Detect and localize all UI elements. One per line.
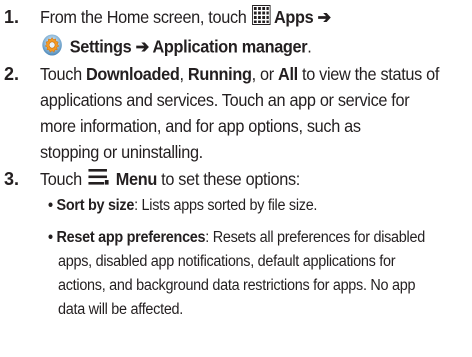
step-text: Touch [40, 169, 87, 189]
step-number: 1. [4, 7, 20, 27]
step-3-line-1: Touch Menu to set these options: [40, 167, 300, 192]
step-2-line-4: stopping or uninstalling. [40, 142, 203, 162]
instructions-document: 1. From the Home screen, touch Apps ➔ Se… [0, 0, 472, 357]
option-desc-line: apps, disabled app notifications, defaul… [58, 253, 396, 270]
option-desc-line: actions, and background data restriction… [58, 277, 416, 294]
step-text: , or [251, 64, 279, 84]
option-name: Sort by size [56, 197, 135, 214]
running-label: Running [187, 64, 252, 84]
downloaded-label: Downloaded [86, 64, 180, 84]
step-number: 3. [4, 169, 20, 189]
arrow: ➔ [317, 7, 332, 27]
settings-label: Settings [69, 36, 132, 57]
step-text: , [179, 64, 188, 84]
option-reset-app-preferences: • Reset app preferences: Resets all pref… [48, 227, 425, 248]
step-number: 2. [4, 64, 20, 84]
step-2-line-2: applications and services. Touch an app … [40, 90, 410, 110]
apps-grid-icon [251, 5, 271, 31]
option-desc: : Resets all preferences for disabled [205, 229, 425, 246]
bullet: • [48, 229, 53, 246]
bullet: • [48, 197, 53, 214]
menu-label: Menu [115, 169, 158, 189]
period: . [307, 36, 312, 57]
menu-icon [88, 168, 110, 192]
option-sort-by-size: • Sort by size: Lists apps sorted by fil… [48, 195, 317, 216]
all-label: All [278, 64, 298, 84]
option-desc: : Lists apps sorted by file size. [134, 197, 318, 214]
step-1-line-1: From the Home screen, touch Apps ➔ [40, 5, 331, 31]
option-desc-line: data will be affected. [58, 301, 184, 318]
apps-label: Apps [273, 7, 314, 27]
option-name: Reset app preferences [56, 229, 206, 246]
step-2-line-3: more information, and for app options, s… [40, 116, 361, 136]
application-manager-label: Application manager [152, 36, 308, 57]
step-1-line-2: Settings ➔ Application manager. [40, 34, 312, 62]
step-text: Touch [40, 64, 87, 84]
settings-gear-icon [42, 34, 62, 62]
step-text: to set these options: [156, 169, 300, 189]
step-2-line-1: Touch Downloaded, Running, or All to vie… [40, 62, 439, 86]
arrow: ➔ [131, 36, 153, 57]
step-text: to view the status of [297, 64, 440, 84]
step-text: From the Home screen, touch [40, 7, 251, 27]
